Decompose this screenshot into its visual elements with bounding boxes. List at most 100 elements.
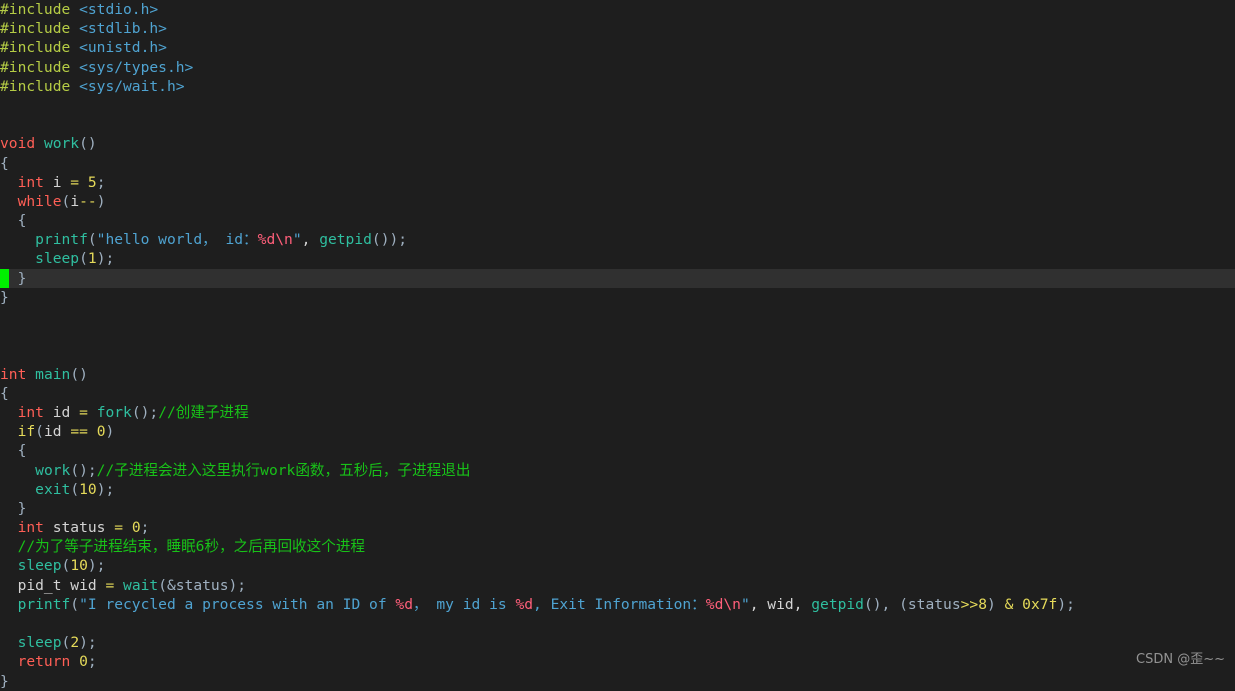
code-line[interactable]: sleep(10); [0,556,1235,575]
code-token: "hello world， id： [96,231,258,249]
code-line[interactable]: } [0,672,1235,691]
code-token: ( [61,192,71,210]
code-token: () [79,135,97,153]
code-token: ; [140,519,150,537]
code-token: " [292,231,302,249]
code-token: i [70,192,80,210]
code-content[interactable]: #include <stdio.h> #include <stdlib.h> #in… [0,0,1235,691]
code-token: if [17,423,36,441]
code-token: = [105,576,115,594]
code-line[interactable]: printf("hello world， id：%d\n", getpid())… [0,230,1235,249]
code-line[interactable]: { [0,211,1235,230]
code-token: { [17,212,27,230]
code-token: 0 [79,653,88,671]
code-line[interactable]: //为了等子进程结束，睡眠6秒，之后再回收这个进程 [0,537,1235,556]
code-token: 0x7f [1022,595,1058,613]
code-token: getpid [319,231,372,249]
code-line[interactable]: { [0,441,1235,460]
code-line[interactable]: int id = fork();//创建子进程 [0,403,1235,422]
code-token: i [43,173,71,191]
code-line[interactable]: void work() [0,134,1235,153]
code-line[interactable]: { [0,154,1235,173]
code-token: <sys/wait.h> [79,77,185,95]
code-line[interactable]: #include <stdlib.h> [0,19,1235,38]
code-token: () [70,365,88,383]
code-line[interactable]: #include <sys/types.h> [0,58,1235,77]
code-token: } [0,288,9,306]
code-token: ); [1057,595,1075,613]
code-token: ) [987,595,1005,613]
code-token: %d [257,231,276,249]
code-line[interactable]: while(i--) [0,192,1235,211]
code-token: work [35,461,71,479]
code-line[interactable] [0,307,1235,326]
code-editor[interactable]: #include <stdio.h> #include <stdlib.h> #in… [0,0,1235,690]
code-token: <sys/types.h> [79,58,194,76]
code-line[interactable] [0,345,1235,364]
code-line[interactable]: #include <sys/wait.h> [0,77,1235,96]
code-token: { [0,154,9,172]
code-line[interactable]: work();//子进程会进入这里执行work函数，五秒后，子进程退出 [0,461,1235,480]
code-token: \n [723,595,741,613]
code-token: ( [87,231,97,249]
code-token: ); [79,634,97,652]
code-line[interactable]: printf("I recycled a process with an ID … [0,595,1235,614]
code-line[interactable]: sleep(1); [0,249,1235,268]
code-line[interactable] [0,614,1235,633]
code-line[interactable]: int main() [0,365,1235,384]
code-token: //为了等子进程结束，睡眠6秒，之后再回收这个进程 [17,538,366,556]
code-line[interactable] [0,96,1235,115]
code-line[interactable]: exit(10); [0,480,1235,499]
code-token: #include [0,39,71,57]
code-line[interactable]: } [0,268,1235,288]
code-token: , wid, [749,595,812,613]
code-line[interactable] [0,326,1235,345]
code-line[interactable]: int i = 5; [0,173,1235,192]
code-token: = [70,173,80,191]
code-line[interactable] [0,115,1235,134]
code-token: %d [395,595,413,613]
code-line[interactable]: return 0; [0,652,1235,671]
code-token: #include [0,58,71,76]
code-line[interactable]: } [0,499,1235,518]
code-token: } [17,499,27,517]
code-line[interactable]: pid_t wid = wait(&status); [0,576,1235,595]
code-line[interactable]: #include <unistd.h> [0,38,1235,57]
code-token: ) [96,192,106,210]
code-line[interactable]: int status = 0; [0,518,1235,537]
code-token: "I recycled a process with an ID of [79,595,396,613]
code-line[interactable]: sleep(2); [0,633,1235,652]
code-token: (); [131,403,159,421]
code-token: 10 [79,480,97,498]
code-token: sleep [35,250,80,268]
code-line[interactable]: } [0,288,1235,307]
code-token: fork [96,403,132,421]
code-token: void [0,135,36,153]
code-token: ; [87,653,97,671]
code-token: (), (status [863,595,961,613]
code-token: 5 [87,173,97,191]
code-token: #include [0,20,71,38]
code-token: -- [79,192,97,210]
code-token: id [43,403,80,421]
code-line[interactable]: if(id == 0) [0,422,1235,441]
code-line[interactable]: #include <stdio.h> [0,0,1235,19]
code-token: ); [87,557,106,575]
code-line[interactable]: { [0,384,1235,403]
code-token: ( [70,595,80,613]
